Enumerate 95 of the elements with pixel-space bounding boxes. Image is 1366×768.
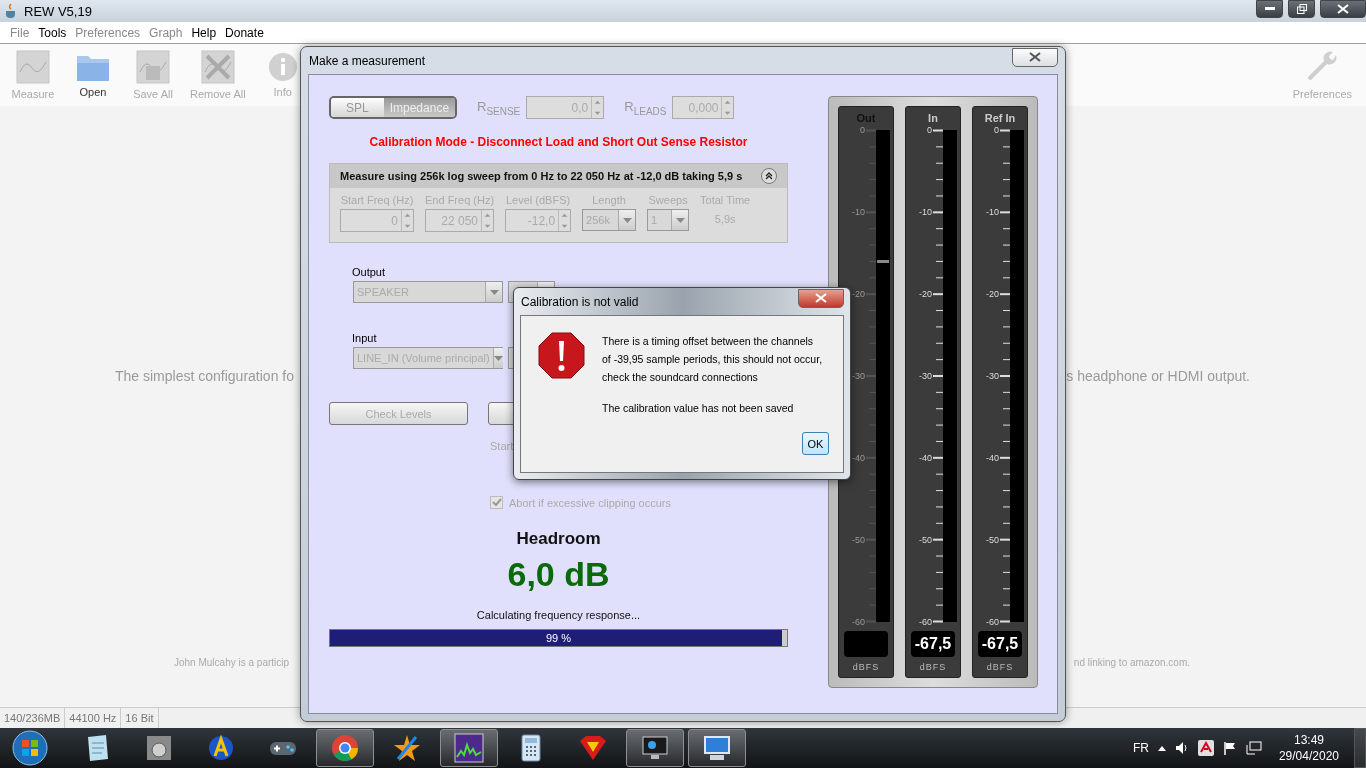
- meter-label: Ref In: [984, 112, 1016, 124]
- meter-unit: dBFS: [919, 662, 947, 672]
- computer-icon: [702, 733, 732, 763]
- scale-label: -10: [852, 207, 865, 217]
- scale-label: -50: [919, 535, 932, 545]
- mode-toggle[interactable]: Impedance: [383, 98, 455, 117]
- scale-label: -10: [986, 207, 999, 217]
- collapse-button[interactable]: [761, 168, 777, 184]
- scale-label: -60: [986, 617, 999, 627]
- taskbar-button[interactable]: [440, 729, 498, 767]
- calibration-note: Calibration Mode - Disconnect Load and Short Out Sense Resistor: [368, 135, 749, 149]
- checkbox[interactable]: [490, 496, 503, 509]
- mode-toggle[interactable]: SPL: [331, 98, 384, 117]
- field-label: R$_{LEADS}$: [624, 98, 667, 117]
- dialog-title: Make a measurement: [308, 53, 426, 68]
- meter-reading: -67,5: [981, 635, 1019, 653]
- meter-label: In: [928, 112, 938, 124]
- footer-text: nd linking to amazon.com.: [1073, 657, 1190, 668]
- scale-label: -30: [919, 371, 932, 381]
- scale-label: 0: [994, 125, 999, 135]
- menu-item[interactable]: Donate: [225, 25, 264, 40]
- meter-unit: dBFS: [852, 662, 880, 672]
- output-label: Output: [352, 266, 386, 278]
- scale-label: 0: [860, 125, 865, 135]
- star-icon: [392, 733, 422, 763]
- minimize-icon: [1264, 7, 1275, 11]
- scale-label: -50: [986, 535, 999, 545]
- minimize-button[interactable]: [1256, 0, 1283, 18]
- scale-label: -40: [986, 453, 999, 463]
- meter-reading: -67,5: [914, 635, 952, 653]
- caret-icon: [489, 289, 499, 295]
- input-label: Input: [352, 332, 377, 344]
- scale-label: -60: [852, 617, 865, 627]
- scale-label: -10: [919, 207, 932, 217]
- ok-button[interactable]: OK: [802, 432, 829, 455]
- graph-icon: [16, 50, 50, 84]
- close-button[interactable]: [1012, 47, 1058, 67]
- language-indicator[interactable]: FR: [1132, 741, 1149, 755]
- info-icon: [267, 52, 298, 82]
- close-icon: [1029, 52, 1041, 62]
- scale-label: -20: [986, 289, 999, 299]
- speaker-icon[interactable]: [1174, 741, 1189, 755]
- close-icon: [1337, 4, 1349, 14]
- close-icon: [815, 293, 827, 303]
- caret-icon: [622, 217, 632, 223]
- taskbar-button[interactable]: [688, 729, 746, 767]
- scale-label: -60: [919, 617, 932, 627]
- sweep-summary: Measure using 256k log sweep from 0 Hz to 22 050 Hz at -12,0 dB taking 5,9 s: [340, 170, 743, 182]
- scale-label: -40: [919, 453, 932, 463]
- taskbar-button[interactable]: [626, 729, 684, 767]
- double-chevron-up-icon: [764, 171, 774, 181]
- intro-text: s headphone or HDMI output.: [1066, 368, 1250, 384]
- progress-text: 99 %: [544, 632, 573, 644]
- scale-label: -50: [852, 535, 865, 545]
- waveform-icon: [454, 733, 484, 763]
- scale-label: -30: [852, 371, 865, 381]
- graph-cross-icon: [200, 50, 235, 84]
- checkbox-label: Abort if excessive clipping occurs: [509, 496, 671, 509]
- error-note: The calibration value has not been saved: [602, 402, 795, 414]
- network-icon[interactable]: [1245, 741, 1262, 755]
- caret-icon[interactable]: [1157, 745, 1166, 751]
- restore-button[interactable]: [1288, 0, 1315, 18]
- intro-text: The simplest configuration fo: [115, 368, 294, 384]
- check-levels-button[interactable]: Check Levels: [329, 402, 468, 425]
- taskbar-button[interactable]: [316, 729, 374, 767]
- headroom-label: Headroom: [515, 529, 602, 549]
- device-icon: [144, 733, 174, 763]
- scale-label: -30: [986, 371, 999, 381]
- scale-label: -20: [919, 289, 932, 299]
- scale-label: -20: [852, 289, 865, 299]
- scale-label: -40: [852, 453, 865, 463]
- scale-label: 0: [927, 125, 932, 135]
- flag-icon[interactable]: [1222, 741, 1237, 755]
- headroom-value: 6,0 dB: [506, 555, 611, 594]
- dialog-title: Calibration is not valid: [520, 294, 639, 309]
- close-button[interactable]: [1320, 0, 1366, 18]
- progress-caption: Calculating frequency response...: [475, 609, 642, 621]
- checkmark-icon: [491, 498, 502, 507]
- close-button[interactable]: [798, 288, 844, 308]
- readout-display: [844, 631, 888, 657]
- menu-item[interactable]: Help: [191, 25, 217, 40]
- meter-unit: dBFS: [986, 662, 1014, 672]
- hint-text: Start: [490, 440, 514, 452]
- clock[interactable]: 13:49 29/04/2020: [1278, 732, 1339, 764]
- error-message: There is a timing offset between the channels of -39,95 sample periods, this should not occur, check the soundcard connections: [602, 334, 823, 385]
- toolbar-button[interactable]: Open: [68, 52, 118, 98]
- window-title: REW V5,19: [24, 3, 92, 19]
- stop-sign-icon: [538, 332, 585, 379]
- caret-icon: [675, 217, 685, 223]
- field-label: R$_{SENSE}$: [477, 98, 521, 117]
- caret-icon: [493, 355, 503, 361]
- footer-text: John Mulcahy is a particip: [174, 657, 290, 668]
- browser-icon: [330, 733, 360, 763]
- restore-icon: [1296, 4, 1307, 14]
- menu-item[interactable]: Tools: [38, 25, 67, 40]
